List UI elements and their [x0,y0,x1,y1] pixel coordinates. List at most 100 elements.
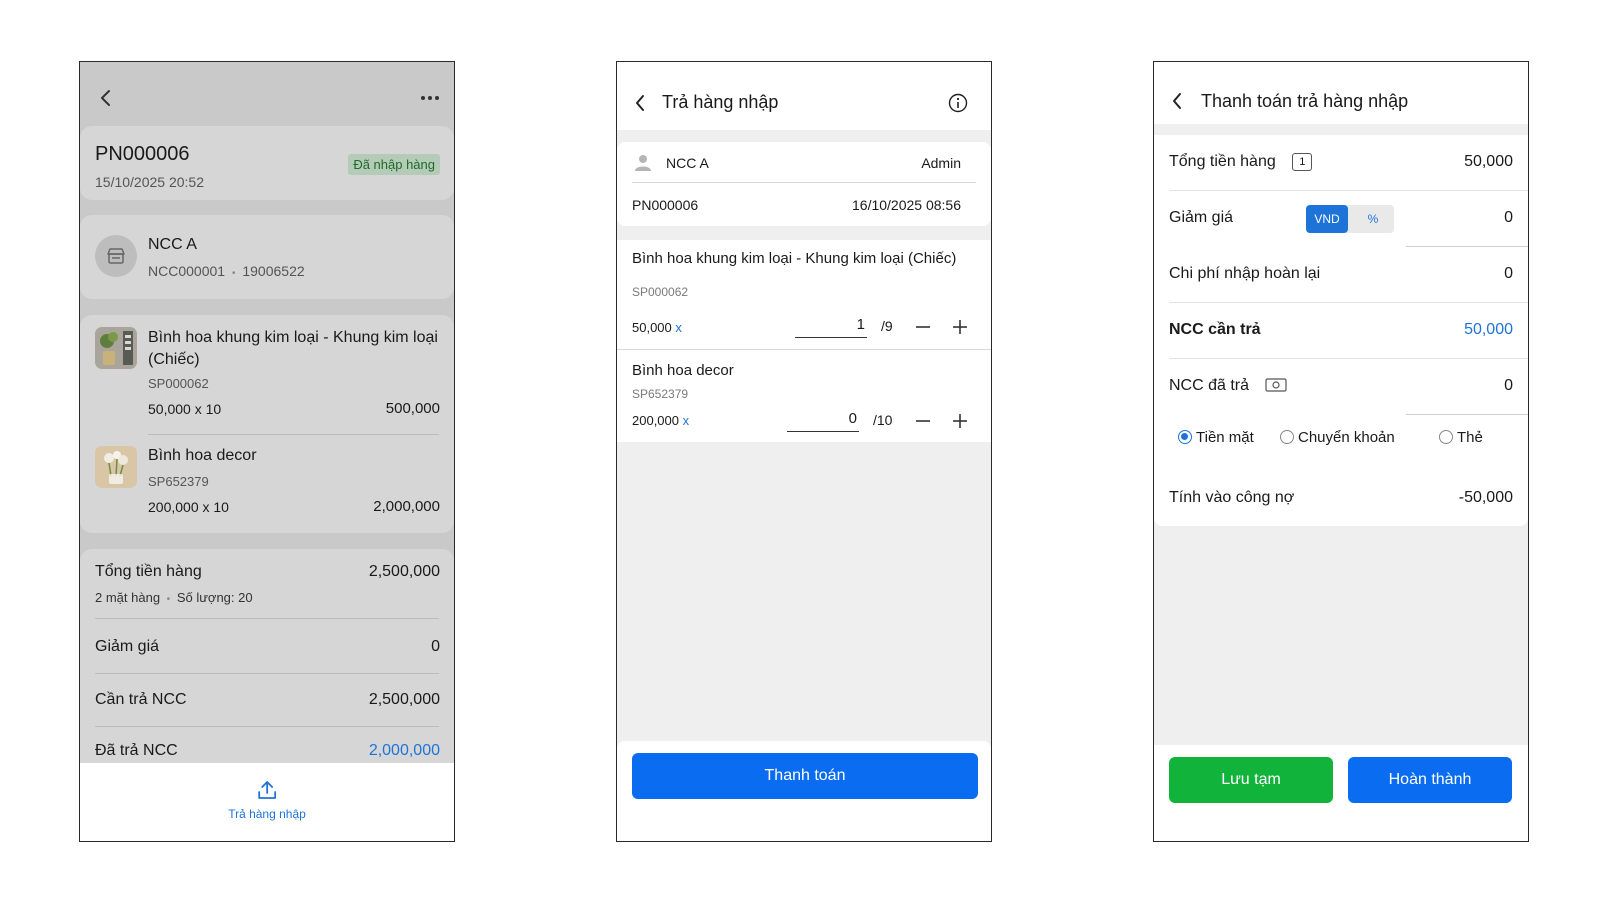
order-code: PN000006 [95,143,190,165]
divider [95,673,439,674]
order-header-card: PN000006 15/10/2025 20:52 Đã nhập hàng [80,126,454,200]
pay-button[interactable]: Thanh toán [632,753,978,799]
return-items-list: Bình hoa khung kim loại - Khung kim loại… [617,240,991,442]
price-value: 50,000 [632,320,672,335]
store-icon [107,248,125,264]
return-goods-button[interactable]: Trả hàng nhập [228,779,306,821]
item-sku: SP000062 [148,376,209,391]
discount-label: Giảm giá [95,638,160,655]
method-label: Chuyển khoản [1298,429,1395,446]
discount-row: Giảm giá VND % 0 [1154,191,1528,247]
chevron-left-icon [1173,93,1181,109]
supplier-card[interactable]: NCC A NCC000001 • 19006522 [80,215,454,299]
price-clear-x: x [682,413,690,428]
total-label: Tổng tiền hàng 1 [1169,153,1313,171]
purchase-order-detail-screen: PN000006 15/10/2025 20:52 Đã nhập hàng N… [79,61,455,842]
ncc-paid-input[interactable]: 0 [1504,377,1513,395]
increment-button[interactable] [950,411,970,431]
method-cash[interactable]: Tiền mặt [1178,429,1254,446]
item-price[interactable]: 50,000 x [632,320,682,335]
ellipsis-icon [421,96,439,100]
supplier-code: NCC000001 [148,263,226,279]
method-card[interactable]: Thẻ [1439,429,1483,446]
info-button[interactable] [947,92,969,114]
vase-image-icon [95,446,137,488]
price-value: 200,000 [632,413,679,428]
item-price-qty: 200,000 x 10 [148,499,229,515]
item-total: 2,000,000 [373,498,440,515]
refund-cost-row: Chi phí nhập hoàn lại 0 [1154,247,1528,303]
decrement-button[interactable] [913,411,933,431]
method-label: Tiền mặt [1196,429,1254,446]
quantity-input[interactable]: 1 [795,316,867,338]
return-goods-label: Trả hàng nhập [228,807,306,821]
user-icon [635,155,651,171]
complete-button[interactable]: Hoàn thành [1348,757,1512,803]
plus-icon [953,320,967,334]
info-icon [948,93,968,113]
item-sku: SP652379 [632,387,689,401]
supplier-meta: NCC000001 • 19006522 [148,263,305,279]
item-name: Bình hoa khung kim loại - Khung kim loại… [632,250,957,267]
more-options-button[interactable] [416,88,444,108]
divider [148,434,439,435]
ncc-paid-label: NCC đã trả [1169,377,1288,395]
back-button[interactable] [629,92,651,114]
max-quantity: /9 [881,318,893,334]
item-count: 2 mặt hàng [95,590,161,605]
total-label-text: Tổng tiền hàng [1169,153,1276,170]
discount-unit-toggle[interactable]: VND % [1306,205,1394,233]
total-value: 50,000 [1464,153,1513,170]
total-value: 2,500,000 [368,563,440,580]
decrement-button[interactable] [913,317,933,337]
plus-icon [953,414,967,428]
method-transfer[interactable]: Chuyển khoản [1280,429,1395,446]
discount-input[interactable]: 0 [1504,209,1513,227]
separator-dot: • [231,268,236,279]
chevron-left-icon [636,95,644,111]
bottom-bar: Thanh toán [617,741,991,841]
toggle-vnd[interactable]: VND [1306,205,1348,233]
divider [632,182,976,183]
vase-image-icon [95,327,137,369]
debt-row: Tính vào công nợ -50,000 [1154,470,1528,526]
ncc-due-value: 50,000 [1464,321,1513,338]
paid-label: Đã trả NCC [95,742,178,759]
minus-icon [916,326,930,328]
bottom-action-bar: Trả hàng nhập [80,763,454,841]
debt-value: -50,000 [1458,489,1513,506]
status-badge: Đã nhập hàng [348,154,440,175]
refund-cost-label: Chi phí nhập hoàn lại [1169,265,1321,282]
ncc-due-label: NCC cần trả [1169,321,1261,338]
minus-icon [916,420,930,422]
price-clear-x: x [675,320,682,335]
increment-button[interactable] [950,317,970,337]
separator-dot: • [166,594,171,605]
item-price-qty: 50,000 x 10 [148,401,222,417]
quantity-input[interactable]: 0 [787,410,859,432]
header-bar: Thanh toán trả hàng nhập [1154,62,1528,124]
supplier-avatar [95,235,137,277]
user-name: Admin [921,155,961,171]
ncc-paid-row: NCC đã trả 0 [1154,359,1528,415]
radio-icon [1439,430,1453,444]
order-info-card: NCC A Admin PN000006 16/10/2025 08:56 [617,142,991,226]
item-name: Bình hoa decor [148,447,257,464]
back-button[interactable] [1166,90,1188,112]
payable-value: 2,500,000 [368,691,440,708]
back-button[interactable] [94,86,118,110]
toggle-percent[interactable]: % [1352,205,1394,233]
total-subtext: 2 mặt hàng • Số lượng: 20 [95,590,253,605]
top-bar [80,62,454,128]
item-price[interactable]: 200,000 x [632,413,689,428]
save-draft-button[interactable]: Lưu tạm [1169,757,1333,803]
supplier-name: NCC A [148,236,197,253]
refund-cost-value[interactable]: 0 [1504,265,1513,283]
divider [617,349,991,350]
divider [95,726,439,727]
discount-label: Giảm giá [1169,209,1234,226]
order-datetime: 15/10/2025 20:52 [95,174,204,190]
payment-form: Tổng tiền hàng 1 50,000 Giảm giá VND % 0… [1154,135,1528,475]
item-total: 500,000 [385,400,440,417]
total-label: Tổng tiền hàng [95,563,202,580]
